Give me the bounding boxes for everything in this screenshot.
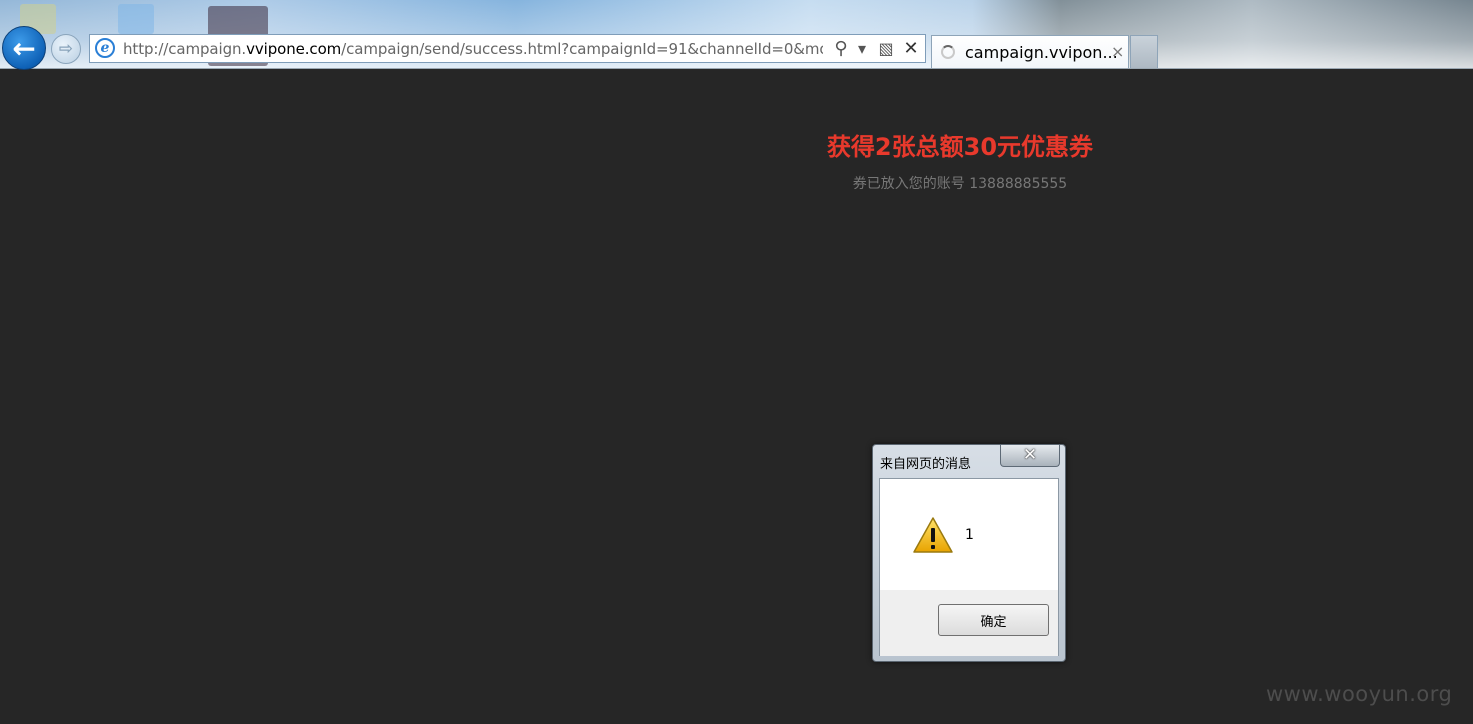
dialog-close-button[interactable]: ✕ bbox=[1000, 445, 1060, 467]
address-bar[interactable]: e http://campaign.vvipone.com/campaign/s… bbox=[89, 34, 926, 63]
browser-toolbar: ← ⇨ e http://campaign.vvipone.com/campai… bbox=[0, 0, 1473, 70]
url-prefix: http://campaign. bbox=[123, 40, 247, 58]
dialog-message: 1 bbox=[965, 527, 974, 543]
stop-icon[interactable]: ✕ bbox=[900, 38, 922, 60]
alert-dialog: 来自网页的消息 ✕ 1 确定 bbox=[872, 444, 1066, 662]
dialog-title: 来自网页的消息 bbox=[880, 457, 972, 472]
compatibility-view-icon[interactable]: ▧ bbox=[876, 38, 896, 60]
search-icon[interactable]: ⚲ bbox=[830, 38, 852, 60]
url-suffix: /campaign/send/success.html?campaignId=9… bbox=[341, 40, 823, 58]
spinner-icon bbox=[941, 45, 955, 59]
dialog-footer: 确定 bbox=[880, 590, 1058, 656]
browser-tab[interactable]: campaign.vvipon... × bbox=[931, 35, 1129, 68]
watermark: www.wooyun.org bbox=[1266, 682, 1453, 706]
desktop-icon bbox=[118, 4, 154, 34]
url-domain: vvipone.com bbox=[246, 40, 342, 58]
new-tab-button[interactable] bbox=[1130, 35, 1158, 68]
tab-title: campaign.vvipon... bbox=[965, 43, 1118, 62]
back-arrow-icon: ← bbox=[12, 31, 36, 65]
url-text[interactable]: http://campaign.vvipone.com/campaign/sen… bbox=[123, 40, 823, 60]
coupon-subline: 券已放入您的账号 13888885555 bbox=[852, 176, 1068, 192]
ie-icon: e bbox=[95, 38, 115, 58]
forward-arrow-icon: ⇨ bbox=[58, 39, 74, 59]
dialog-body: 1 确定 bbox=[879, 478, 1059, 656]
chevron-down-icon[interactable]: ▾ bbox=[854, 38, 870, 60]
back-button[interactable]: ← bbox=[2, 26, 46, 70]
coupon-headline: 获得2张总额30元优惠券 bbox=[826, 133, 1094, 161]
forward-button[interactable]: ⇨ bbox=[51, 34, 81, 64]
ok-button[interactable]: 确定 bbox=[938, 604, 1049, 636]
tab-close-icon[interactable]: × bbox=[1111, 42, 1124, 61]
warning-icon bbox=[913, 517, 953, 553]
